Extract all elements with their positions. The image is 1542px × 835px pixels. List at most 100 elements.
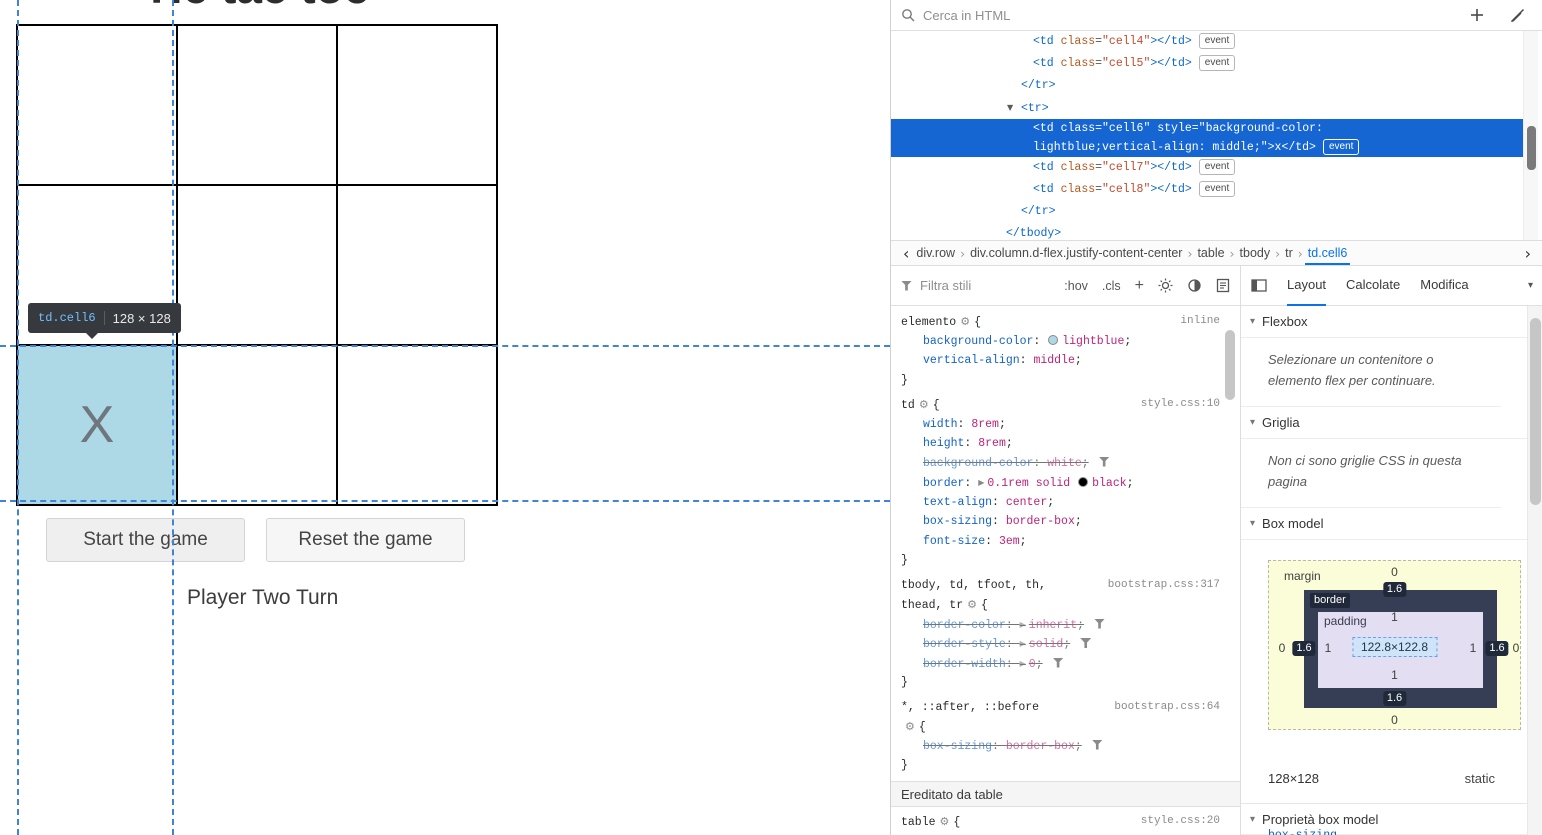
board-cell-0-0[interactable]: [17, 25, 177, 185]
overridden-filter-icon[interactable]: [1053, 658, 1064, 668]
event-badge[interactable]: event: [1199, 55, 1235, 71]
board-cell-1-1[interactable]: [177, 185, 337, 345]
print-media-icon[interactable]: [1216, 278, 1230, 293]
section-flexbox-header[interactable]: ▾ Flexbox: [1241, 306, 1542, 338]
margin-top-value[interactable]: 0: [1391, 565, 1398, 579]
add-node-icon[interactable]: [1470, 8, 1484, 22]
reset-game-button[interactable]: Reset the game: [266, 518, 465, 562]
markup-row[interactable]: <td class="cell4"></td>event: [891, 31, 1523, 53]
overridden-filter-icon[interactable]: [1099, 457, 1110, 467]
breadcrumb-item-tbody[interactable]: tbody: [1237, 241, 1274, 265]
breadcrumb-item-tr[interactable]: tr: [1282, 241, 1296, 265]
breadcrumb-item-div.row[interactable]: div.row: [913, 241, 958, 265]
rule-property[interactable]: border-width: ▶0;: [891, 654, 1240, 674]
gear-icon[interactable]: ⚙: [919, 398, 929, 411]
rule-source-link[interactable]: bootstrap.css:64: [1114, 698, 1220, 718]
eyedropper-icon[interactable]: [1510, 8, 1525, 23]
tab-modifica[interactable]: Modifica: [1420, 266, 1468, 306]
section-boxmodel-header[interactable]: ▾ Box model: [1241, 508, 1542, 540]
rule-property[interactable]: vertical-align: middle;: [891, 351, 1240, 371]
board-cell-0-2[interactable]: [337, 25, 497, 185]
overridden-filter-icon[interactable]: [1080, 638, 1091, 648]
color-swatch[interactable]: [1078, 477, 1088, 487]
padding-bottom-value[interactable]: 1: [1391, 668, 1398, 682]
styles-scrollbar-thumb[interactable]: [1225, 330, 1235, 400]
filter-styles-input[interactable]: [920, 278, 990, 293]
class-toggle-button[interactable]: .cls: [1102, 279, 1121, 293]
padding-top-value[interactable]: 1: [1391, 610, 1398, 624]
light-mode-icon[interactable]: [1158, 278, 1173, 293]
rule-selector-line[interactable]: elemento⚙{inline: [891, 312, 1240, 332]
markup-row[interactable]: <td class="cell8"></td>event: [891, 179, 1523, 201]
gear-icon[interactable]: ⚙: [960, 315, 970, 328]
breadcrumb-item-div.column.d-flex.justify-content-center[interactable]: div.column.d-flex.justify-content-center: [967, 241, 1185, 265]
markup-row[interactable]: </tbody>: [891, 223, 1523, 240]
markup-search-input[interactable]: [923, 8, 1462, 23]
rule-property[interactable]: text-align: center;: [891, 493, 1240, 513]
rule-source-link[interactable]: style.css:20: [1141, 812, 1220, 832]
pane-toggle-icon[interactable]: [1251, 279, 1267, 292]
start-game-button[interactable]: Start the game: [46, 518, 245, 562]
border-bottom-value[interactable]: 1.6: [1383, 691, 1406, 706]
markup-row[interactable]: <td class="cell5"></td>event: [891, 53, 1523, 75]
markup-scrollbar-thumb[interactable]: [1527, 126, 1536, 170]
expand-value-arrow-icon[interactable]: ▶: [1020, 639, 1026, 648]
margin-right-value[interactable]: 0: [1513, 641, 1520, 655]
board-cell-2-0[interactable]: X: [17, 345, 177, 505]
gear-icon[interactable]: ⚙: [905, 720, 915, 733]
event-badge[interactable]: event: [1199, 181, 1235, 197]
forward-chevron-icon[interactable]: ›: [1521, 244, 1535, 263]
rule-property[interactable]: border-style: ▶solid;: [891, 634, 1240, 654]
rule-selector-line[interactable]: thead, tr⚙{: [891, 595, 1240, 615]
rule-property[interactable]: height: 8rem;: [891, 434, 1240, 454]
chevron-down-icon[interactable]: ▾: [1528, 280, 1533, 291]
rule-property[interactable]: border: ▶0.1rem solid black;: [891, 473, 1240, 493]
tab-layout[interactable]: Layout: [1287, 266, 1326, 306]
rule-source-link[interactable]: bootstrap.css:317: [1108, 576, 1220, 596]
overridden-filter-icon[interactable]: [1092, 740, 1103, 750]
expand-value-arrow-icon[interactable]: ▶: [1020, 659, 1026, 668]
margin-left-value[interactable]: 0: [1279, 641, 1286, 655]
markup-row[interactable]: ▼<tr>: [891, 97, 1523, 119]
rule-selector-line[interactable]: table⚙{style.css:20: [891, 812, 1240, 832]
board-cell-2-2[interactable]: [337, 345, 497, 505]
padding-right-value[interactable]: 1: [1470, 641, 1477, 655]
markup-scrollbar[interactable]: [1523, 31, 1538, 240]
tab-calcolate[interactable]: Calcolate: [1346, 266, 1400, 306]
markup-row[interactable]: <td class="cell7"></td>event: [891, 157, 1523, 179]
rule-property[interactable]: background-color: white;: [891, 454, 1240, 474]
rule-property[interactable]: width: 8rem;: [891, 415, 1240, 435]
color-swatch[interactable]: [1048, 335, 1058, 345]
border-right-value[interactable]: 1.6: [1485, 641, 1508, 656]
dark-mode-icon[interactable]: [1187, 278, 1202, 293]
rule-property[interactable]: border-color: ▶inherit;: [891, 615, 1240, 635]
rule-property[interactable]: background-color: lightblue;: [891, 332, 1240, 352]
expand-arrow-icon[interactable]: ▼: [1007, 97, 1021, 119]
board-cell-2-1[interactable]: [177, 345, 337, 505]
rule-property[interactable]: font-size: 3em;: [891, 532, 1240, 552]
layout-scrollbar[interactable]: [1527, 306, 1542, 835]
pseudo-class-button[interactable]: :hov: [1064, 279, 1088, 293]
rule-selector-line[interactable]: td⚙{style.css:10: [891, 395, 1240, 415]
board-cell-0-1[interactable]: [177, 25, 337, 185]
breadcrumb-item-table[interactable]: table: [1194, 241, 1227, 265]
border-left-value[interactable]: 1.6: [1292, 641, 1315, 656]
markup-row[interactable]: </tr>: [891, 201, 1523, 223]
markup-row[interactable]: <td class="cell6" style="background-colo…: [891, 119, 1523, 157]
expand-value-arrow-icon[interactable]: ▶: [978, 478, 984, 487]
back-chevron-icon[interactable]: ‹: [899, 244, 913, 263]
margin-bottom-value[interactable]: 0: [1391, 713, 1398, 727]
rule-selector-line[interactable]: tbody, td, tfoot, th,bootstrap.css:317: [891, 576, 1240, 596]
content-size-value[interactable]: 122.8×122.8: [1352, 637, 1437, 657]
section-grid-header[interactable]: ▾ Griglia: [1241, 407, 1542, 439]
rule-property[interactable]: box-sizing: border-box;: [891, 512, 1240, 532]
board-cell-1-2[interactable]: [337, 185, 497, 345]
event-badge[interactable]: event: [1199, 33, 1235, 49]
rule-property[interactable]: box-sizing: border-box;: [891, 737, 1240, 757]
event-badge[interactable]: event: [1323, 139, 1359, 155]
gear-icon[interactable]: ⚙: [967, 598, 977, 611]
expand-value-arrow-icon[interactable]: ▶: [1020, 620, 1026, 629]
layout-scrollbar-thumb[interactable]: [1530, 318, 1541, 505]
breadcrumb-item-td.cell6[interactable]: td.cell6: [1305, 241, 1351, 265]
rule-selector-line[interactable]: *, ::after, ::beforebootstrap.css:64: [891, 698, 1240, 718]
